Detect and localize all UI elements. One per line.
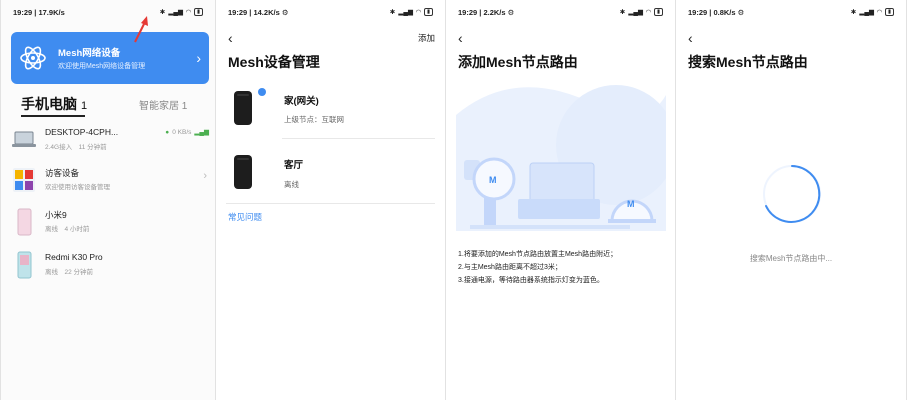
status-time: 19:29 [688, 7, 708, 17]
device-meta: 欢迎使用访客设备管理 [45, 184, 110, 191]
battery-icon: ▮ [653, 8, 663, 16]
guest-devices-icon [13, 168, 35, 192]
status-bar: 19:29 | 14.2K/s ⚙ ✱ ▂▄▆ ◠ ▮ [228, 6, 433, 18]
svg-text:M: M [489, 175, 497, 185]
device-speed: ● 0 KB/s ▂▄▆ [165, 128, 209, 137]
status-dot-icon [258, 88, 266, 96]
wifi-icon: ◠ [185, 9, 191, 16]
instruction-item: 1.将要添加的Mesh节点路由放置主Mesh路由附近； [458, 251, 618, 258]
wifi-icon: ◠ [876, 9, 882, 16]
chevron-right-icon: › [203, 170, 207, 182]
bluetooth-icon: ✱ [389, 9, 396, 16]
online-dot-icon: ● [165, 128, 170, 136]
signal-icon: ▂▄▆ [398, 9, 413, 16]
list-item-mi9[interactable]: 小米9 离线 4 小时前 [9, 206, 209, 242]
settings-icon: ⚙ [281, 7, 289, 17]
bluetooth-icon: ✱ [619, 9, 626, 16]
device-name: DESKTOP-4CPH... [45, 127, 119, 137]
instruction-item: 2.与主Mesh路由距离不超过3米； [458, 264, 562, 271]
screen-network-home: 19:29 | 17.9K/s ✱ ▂▄▆ ◠ ▮ Mesh网络设备 欢迎使用M… [0, 0, 216, 400]
list-item-desktop[interactable]: DESKTOP-4CPH... 2.4G接入 11 分钟前 ● 0 KB/s ▂… [9, 124, 209, 160]
back-arrow-icon[interactable]: ‹ [228, 30, 233, 46]
laptop-icon [12, 131, 36, 147]
device-meta: 2.4G接入 11 分钟前 [45, 144, 107, 151]
tab-count: 1 [81, 100, 88, 112]
battery-icon: ▮ [193, 8, 203, 16]
status-time: 19:29 [228, 7, 248, 17]
bluetooth-icon: ✱ [159, 9, 166, 16]
wifi-icon: ◠ [415, 9, 421, 16]
device-meta: 离线 22 分钟前 [45, 269, 94, 276]
status-bar: 19:29 | 0.8K/s ⚙ ✱ ▂▄▆ ◠ ▮ [688, 6, 894, 18]
searching-text: 搜索Mesh节点路由中... [749, 254, 833, 263]
status-speed: 2.2K/s [483, 7, 506, 17]
add-button[interactable]: 添加 [418, 32, 435, 44]
status-icons: ✱ ▂▄▆ ◠ ▮ [620, 8, 663, 16]
wifi-icon: ◠ [645, 9, 651, 16]
status-speed: 17.9K/s [38, 7, 65, 17]
signal-icon: ▂▄▆ [628, 9, 643, 16]
chevron-right-icon: › [196, 50, 201, 66]
settings-icon: ⚙ [737, 7, 745, 17]
instruction-item: 3.接通电源，等待路由器系统指示灯变为蓝色。 [458, 277, 604, 284]
tab-phones-computers-label: 手机电脑 [21, 96, 77, 112]
battery-icon: ▮ [423, 8, 433, 16]
divider [282, 138, 435, 139]
router-name: 客厅 [284, 160, 304, 171]
screen-search-mesh-node: 19:29 | 0.8K/s ⚙ ✱ ▂▄▆ ◠ ▮ ‹ 搜索Mesh节点路由 … [676, 0, 907, 400]
screen-add-mesh-node: 19:29 | 2.2K/s ⚙ ✱ ▂▄▆ ◠ ▮ ‹ 添加Mesh节点路由 … [446, 0, 676, 400]
phone-icon [17, 251, 32, 279]
router-name: 家(网关) [284, 96, 319, 107]
battery-icon: ▮ [884, 8, 894, 16]
svg-text:M: M [627, 199, 635, 209]
list-item-k30[interactable]: Redmi K30 Pro 离线 22 分钟前 [9, 249, 209, 285]
router-icon [234, 155, 252, 189]
status-bar: 19:29 | 2.2K/s ⚙ ✱ ▂▄▆ ◠ ▮ [458, 6, 663, 18]
page-title: 搜索Mesh节点路由 [688, 54, 808, 70]
status-icons: ✱ ▂▄▆ ◠ ▮ [160, 8, 203, 16]
device-speed-value: 0 KB/s [172, 128, 192, 136]
signal-bars-icon: ▂▄▆ [194, 129, 209, 136]
red-arrow-icon [134, 16, 148, 43]
device-meta: 离线 4 小时前 [45, 226, 90, 233]
mesh-network-icon [20, 46, 46, 70]
faq-link[interactable]: 常见问题 [228, 211, 262, 223]
instruction-list: 1.将要添加的Mesh节点路由放置主Mesh路由附近； 2.与主Mesh路由距离… [458, 248, 617, 287]
bluetooth-icon: ✱ [850, 9, 857, 16]
back-arrow-icon[interactable]: ‹ [458, 30, 463, 46]
status-time: 19:29 [13, 7, 33, 17]
tab-underline [21, 115, 85, 117]
status-icons: ✱ ▂▄▆ ◠ ▮ [390, 8, 433, 16]
router-icon [234, 91, 252, 125]
router-sub: 上级节点：互联网 [284, 115, 344, 124]
screen-mesh-management: 19:29 | 14.2K/s ⚙ ✱ ▂▄▆ ◠ ▮ ‹ 添加 Mesh设备管… [216, 0, 446, 400]
mesh-placement-illustration: M M [456, 75, 666, 231]
tab-phones-computers[interactable]: 手机电脑 1 [21, 94, 87, 114]
page-title: Mesh设备管理 [228, 54, 320, 70]
status-icons: ✱ ▂▄▆ ◠ ▮ [851, 8, 894, 16]
status-speed: 14.2K/s [253, 7, 280, 17]
signal-icon: ▂▄▆ [168, 9, 183, 16]
mesh-card-title: Mesh网络设备 [58, 48, 121, 59]
status-time: 19:29 [458, 7, 478, 17]
settings-icon: ⚙ [507, 7, 515, 17]
tab-smart-home[interactable]: 智能家居 1 [139, 97, 187, 112]
mesh-device-card[interactable]: Mesh网络设备 欢迎使用Mesh网络设备管理 › [11, 32, 209, 84]
divider [226, 203, 435, 204]
device-name: 小米9 [45, 210, 67, 220]
signal-icon: ▂▄▆ [859, 9, 874, 16]
status-bar: 19:29 | 17.9K/s ✱ ▂▄▆ ◠ ▮ [13, 6, 203, 18]
mesh-card-subtitle: 欢迎使用Mesh网络设备管理 [58, 63, 146, 70]
router-sub: 离线 [284, 180, 299, 189]
list-item-guest[interactable]: 访客设备 欢迎使用访客设备管理 › [9, 164, 209, 200]
phone-icon [17, 208, 32, 236]
back-arrow-icon[interactable]: ‹ [688, 30, 693, 46]
device-name: Redmi K30 Pro [45, 252, 103, 262]
device-name: 访客设备 [45, 168, 80, 178]
status-speed: 0.8K/s [713, 7, 736, 17]
page-title: 添加Mesh节点路由 [458, 54, 578, 70]
loading-spinner-icon [763, 165, 821, 223]
